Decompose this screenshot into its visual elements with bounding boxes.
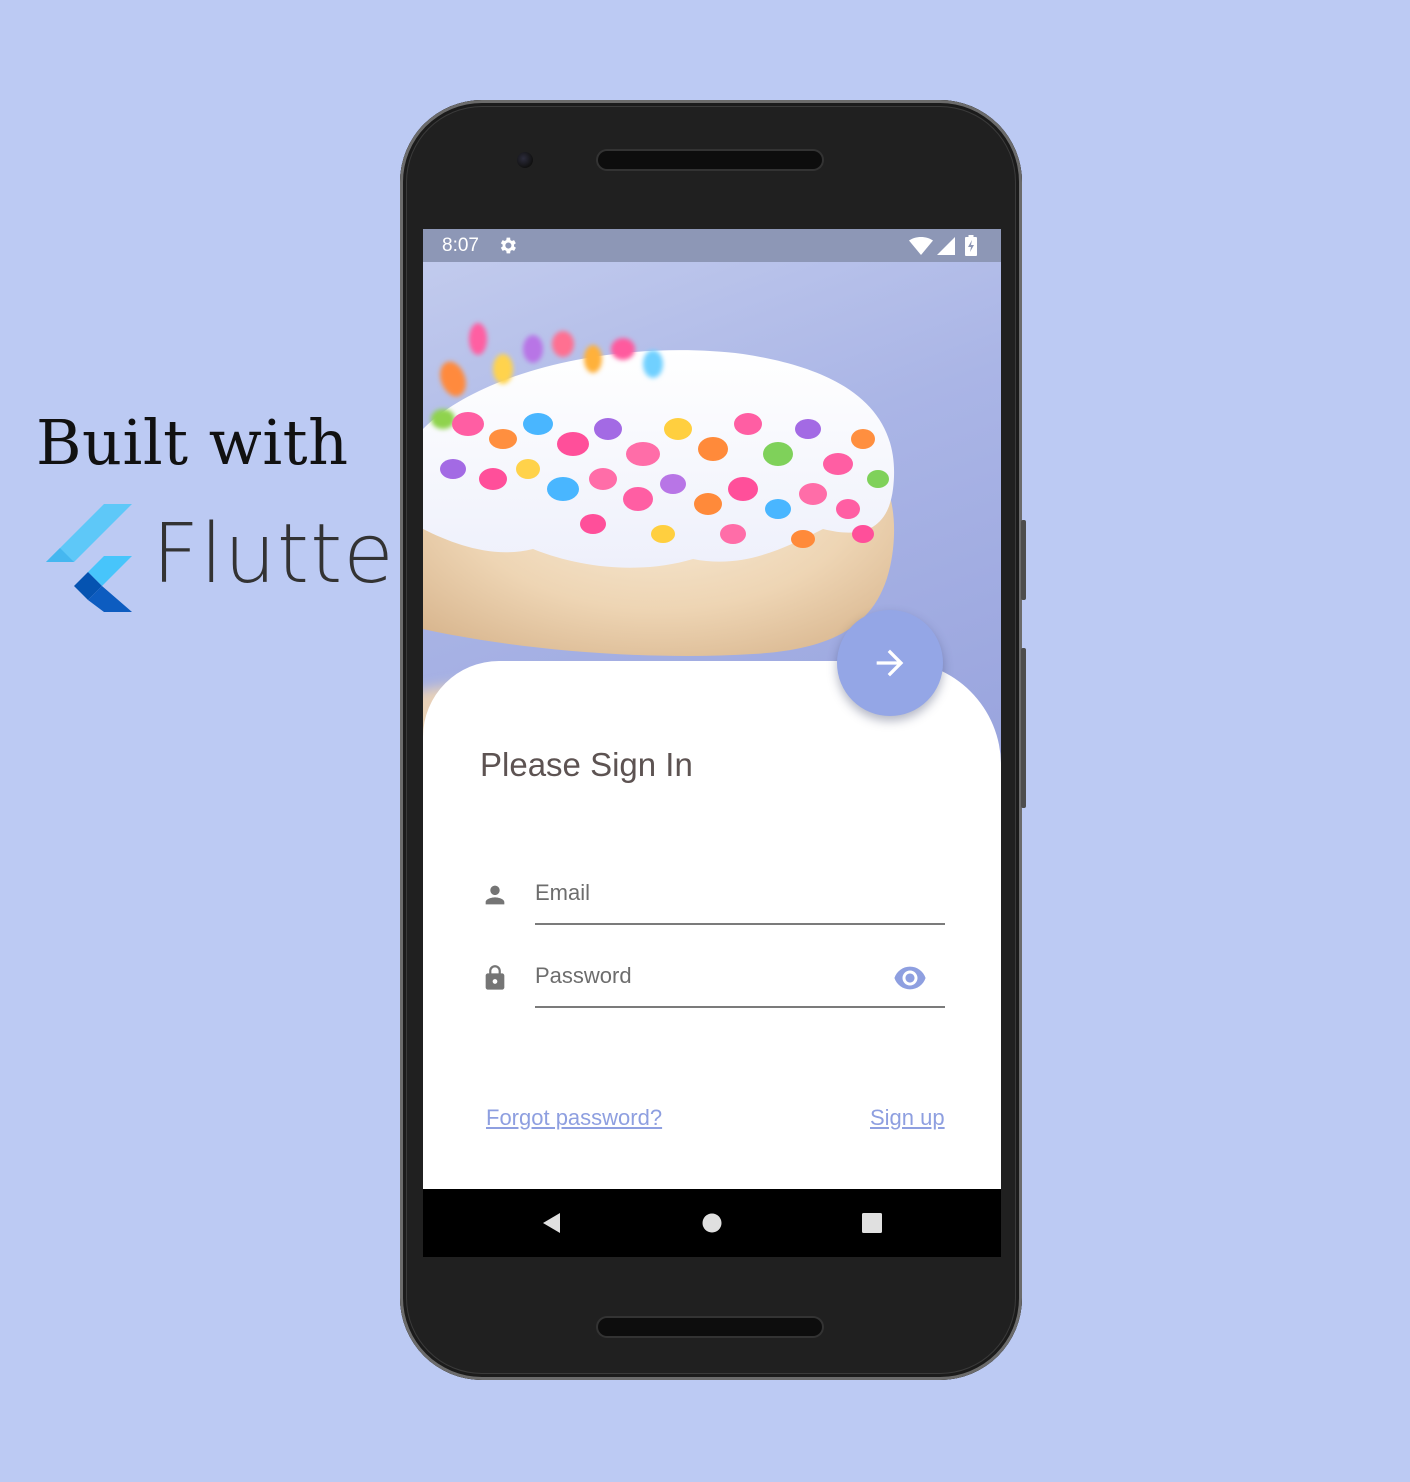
password-input[interactable] bbox=[535, 958, 895, 994]
flutter-wordmark: Flutter bbox=[152, 507, 430, 602]
bottom-speaker bbox=[598, 1318, 822, 1336]
app-screen: 8:07 Please Sign In Email Forgot passwor… bbox=[423, 229, 1001, 1257]
power-button bbox=[1021, 520, 1026, 600]
back-icon[interactable] bbox=[540, 1211, 564, 1235]
recents-icon[interactable] bbox=[860, 1211, 884, 1235]
volume-button bbox=[1021, 648, 1026, 808]
submit-button[interactable] bbox=[837, 610, 943, 716]
status-time: 8:07 bbox=[442, 235, 479, 256]
status-bar: 8:07 bbox=[423, 229, 1001, 262]
signal-icon bbox=[937, 237, 955, 255]
arrow-right-icon bbox=[876, 649, 904, 677]
email-field bbox=[477, 861, 945, 941]
flutter-logo-icon bbox=[46, 504, 132, 612]
gear-icon bbox=[500, 237, 516, 254]
page-title: Please Sign In bbox=[480, 746, 693, 783]
sign-up-link[interactable]: Sign up bbox=[870, 1105, 945, 1131]
home-icon[interactable] bbox=[700, 1211, 724, 1235]
person-icon bbox=[485, 885, 505, 905]
eye-icon[interactable] bbox=[893, 966, 927, 990]
phone-frame: 8:07 Please Sign In Email Forgot passwor… bbox=[400, 100, 1026, 1380]
front-camera bbox=[517, 152, 533, 168]
forgot-password-link[interactable]: Forgot password? bbox=[486, 1105, 662, 1131]
lock-icon bbox=[485, 965, 505, 990]
wifi-icon bbox=[909, 237, 933, 255]
battery-charging-icon bbox=[965, 235, 977, 256]
email-underline bbox=[535, 923, 945, 925]
top-speaker bbox=[598, 151, 822, 169]
nav-bar bbox=[423, 1189, 1001, 1257]
password-field bbox=[477, 944, 945, 1024]
password-underline bbox=[535, 1006, 945, 1008]
email-input[interactable] bbox=[535, 875, 895, 911]
promo-heading: Built with bbox=[36, 406, 349, 479]
